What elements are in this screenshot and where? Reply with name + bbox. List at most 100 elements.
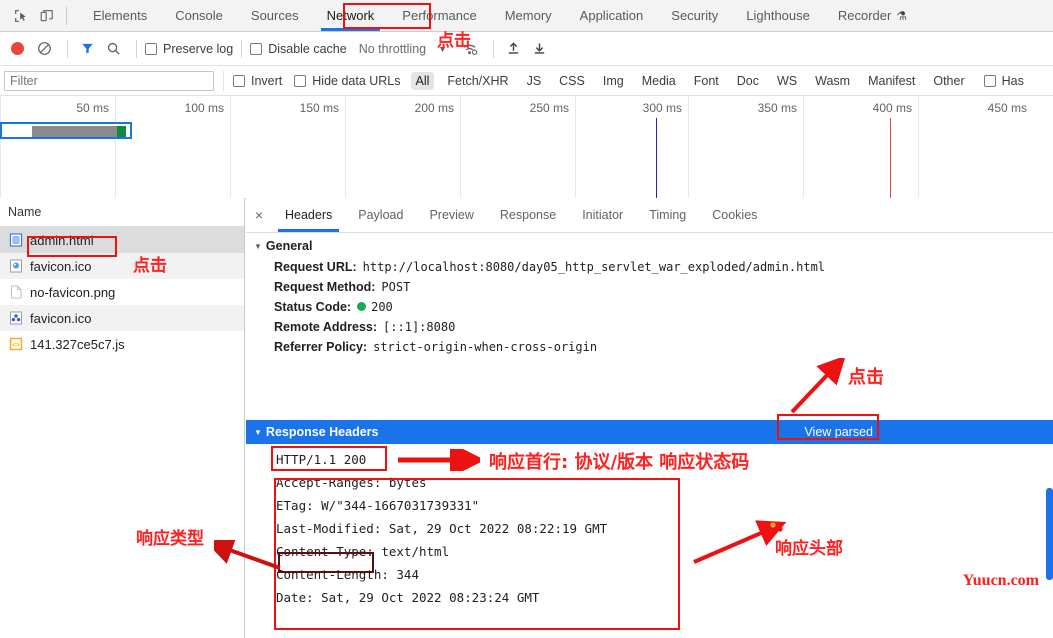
- request-url-value[interactable]: http://localhost:8080/day05_http_servlet…: [363, 260, 825, 274]
- tick-label-50ms: 50 ms: [76, 101, 109, 115]
- inspect-element-icon[interactable]: [8, 3, 34, 29]
- filter-divider: [223, 70, 224, 91]
- tab-timing[interactable]: Timing: [636, 198, 699, 232]
- tab-network[interactable]: Network: [313, 0, 389, 31]
- tab-lighthouse[interactable]: Lighthouse: [732, 0, 824, 31]
- status-code-value: 200: [371, 300, 393, 314]
- tab-sources[interactable]: Sources: [237, 0, 313, 31]
- header-last-modified: Last-Modified: Sat, 29 Oct 2022 08:22:19…: [276, 521, 608, 536]
- tab-response[interactable]: Response: [487, 198, 569, 232]
- general-row-status-code: Status Code: 200: [246, 297, 1053, 317]
- request-method-value: POST: [381, 280, 411, 294]
- import-har-icon[interactable]: [502, 38, 524, 60]
- header-content-type: Content-Type: text/html: [276, 544, 450, 559]
- checkbox-box: [983, 74, 996, 87]
- filter-type-manifest[interactable]: Manifest: [863, 72, 920, 90]
- invert-checkbox[interactable]: Invert: [233, 74, 282, 88]
- request-name: favicon.ico: [30, 310, 92, 326]
- request-row-no-favicon-png[interactable]: no-favicon.png: [0, 279, 244, 305]
- tab-payload[interactable]: Payload: [345, 198, 416, 232]
- filter-type-js[interactable]: JS: [522, 72, 547, 90]
- checkbox-box: [250, 42, 263, 55]
- general-row-request-method: Request Method: POST: [246, 277, 1053, 297]
- request-row-js-bundle[interactable]: <> 141.327ce5c7.js: [0, 331, 244, 357]
- checkbox-box: [233, 74, 245, 87]
- export-har-icon[interactable]: [528, 38, 550, 60]
- disable-cache-checkbox[interactable]: Disable cache: [250, 42, 347, 56]
- hide-data-urls-checkbox[interactable]: Hide data URLs: [294, 74, 401, 88]
- tab-memory[interactable]: Memory: [491, 0, 566, 31]
- filter-icon[interactable]: [76, 38, 98, 60]
- tick-label-250ms: 250 ms: [529, 101, 569, 115]
- search-icon[interactable]: [102, 38, 124, 60]
- tab-recorder-label: Recorder: [837, 8, 892, 23]
- network-conditions-icon[interactable]: [459, 38, 481, 60]
- request-row-admin-html[interactable]: admin.html: [0, 227, 244, 253]
- tab-initiator[interactable]: Initiator: [569, 198, 636, 232]
- tab-recorder[interactable]: Recorder ⚗: [824, 0, 921, 31]
- tab-performance-label: Performance: [402, 8, 477, 23]
- request-row-favicon-ico-1[interactable]: favicon.ico: [0, 253, 244, 279]
- tab-lighthouse-label: Lighthouse: [746, 8, 810, 23]
- toolbar-divider: [136, 39, 137, 58]
- tab-elements-label: Elements: [93, 8, 148, 23]
- tab-application[interactable]: Application: [566, 0, 658, 31]
- filter-type-fetch-xhr[interactable]: Fetch/XHR: [442, 72, 513, 90]
- tab-console[interactable]: Console: [161, 0, 237, 31]
- tab-headers[interactable]: Headers: [272, 198, 345, 232]
- filter-type-other[interactable]: Other: [928, 72, 969, 90]
- chevron-down-icon[interactable]: ▼: [438, 44, 447, 54]
- tab-cookies[interactable]: Cookies: [699, 198, 770, 232]
- tab-application-label: Application: [579, 8, 644, 23]
- close-icon[interactable]: ×: [246, 207, 272, 223]
- tab-network-label: Network: [326, 8, 375, 23]
- clear-icon[interactable]: [33, 38, 55, 60]
- general-section-header[interactable]: ▼ General: [246, 233, 1053, 257]
- requests-column-header[interactable]: Name: [0, 198, 244, 227]
- response-headers-section-header[interactable]: ▼ Response Headers View parsed: [246, 420, 1053, 444]
- request-method-key: Request Method:: [274, 280, 376, 294]
- toolbar-divider: [66, 6, 67, 25]
- has-blocked-cookies-checkbox[interactable]: Has: [983, 74, 1024, 88]
- image-icon: [8, 311, 23, 326]
- filter-type-doc[interactable]: Doc: [732, 72, 764, 90]
- device-toolbar-icon[interactable]: [34, 3, 60, 29]
- devtools-tool-icons: [0, 0, 79, 31]
- view-parsed-button[interactable]: View parsed: [804, 425, 873, 439]
- timeline-selection-window[interactable]: [0, 122, 132, 139]
- tab-preview[interactable]: Preview: [416, 198, 486, 232]
- filter-type-wasm[interactable]: Wasm: [810, 72, 855, 90]
- timeline-overview[interactable]: 50 ms 100 ms 150 ms 200 ms 250 ms 300 ms…: [0, 96, 1053, 199]
- tick-label-150ms: 150 ms: [299, 101, 339, 115]
- timeline-ruler: 50 ms 100 ms 150 ms 200 ms 250 ms 300 ms…: [0, 96, 1053, 198]
- preserve-log-label: Preserve log: [163, 41, 234, 56]
- filter-type-ws[interactable]: WS: [772, 72, 802, 90]
- filter-input[interactable]: [4, 70, 214, 91]
- request-detail-panel: × Headers Payload Preview Response Initi…: [246, 198, 1053, 638]
- general-row-remote-address: Remote Address: [::1]:8080: [246, 317, 1053, 337]
- request-row-favicon-ico-2[interactable]: favicon.ico: [0, 305, 244, 331]
- filter-type-all[interactable]: All: [410, 71, 435, 90]
- tab-elements[interactable]: Elements: [79, 0, 161, 31]
- detail-tabbar: × Headers Payload Preview Response Initi…: [246, 198, 1053, 233]
- tab-security-label: Security: [671, 8, 719, 23]
- record-button[interactable]: [11, 42, 24, 55]
- filter-bar: Invert Hide data URLs All Fetch/XHR JS C…: [0, 66, 1053, 96]
- tab-performance[interactable]: Performance: [388, 0, 490, 31]
- detail-scrollbar[interactable]: [1046, 488, 1053, 580]
- filter-type-img[interactable]: Img: [598, 72, 629, 90]
- response-headers-raw: HTTP/1.1 200 Accept-Ranges: bytes ETag: …: [246, 448, 1053, 609]
- preserve-log-checkbox[interactable]: Preserve log: [145, 42, 233, 56]
- blank-file-icon: [8, 285, 23, 300]
- tab-security[interactable]: Security: [657, 0, 732, 31]
- filter-type-css[interactable]: CSS: [554, 72, 590, 90]
- general-row-referrer-policy: Referrer Policy: strict-origin-when-cros…: [246, 337, 1053, 357]
- resource-type-filters: All Fetch/XHR JS CSS Img Media Font Doc …: [410, 71, 970, 90]
- throttling-select[interactable]: No throttling: [359, 42, 426, 56]
- chevron-down-icon: ▼: [254, 427, 262, 437]
- filter-type-font[interactable]: Font: [689, 72, 724, 90]
- disable-cache-label: Disable cache: [268, 41, 347, 56]
- requests-list: Name admin.html favicon.ico no-favicon.p…: [0, 198, 245, 638]
- filter-type-media[interactable]: Media: [637, 72, 681, 90]
- referrer-policy-value: strict-origin-when-cross-origin: [373, 340, 598, 354]
